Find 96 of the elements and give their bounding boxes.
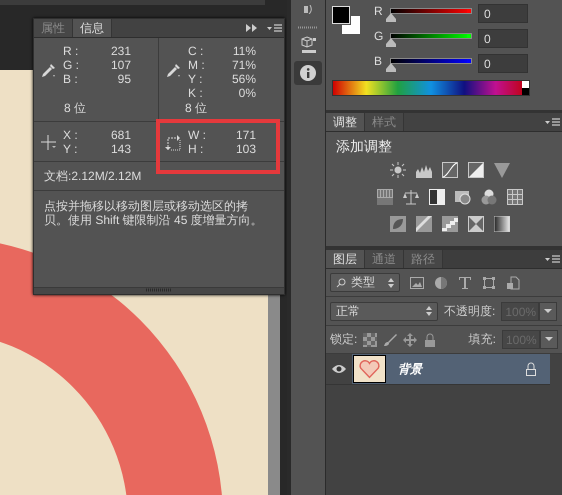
channel-value: 231 — [110, 44, 131, 58]
caret-icon — [545, 337, 553, 342]
channel-value-field[interactable]: 0 — [478, 54, 528, 73]
dock-button[interactable] — [294, 61, 322, 85]
gradient-bars-icon[interactable] — [377, 189, 393, 205]
crosshair-icon — [40, 134, 57, 151]
type-icon[interactable] — [458, 276, 472, 290]
caret-icon — [544, 308, 552, 314]
triangle-icon[interactable] — [494, 162, 510, 178]
resize-grip-icon[interactable] — [146, 288, 172, 293]
gradient-icon[interactable] — [494, 216, 510, 232]
stairs-icon[interactable] — [442, 216, 458, 232]
channel-label: M : — [188, 58, 206, 72]
opacity-label: 不透明度: — [444, 302, 496, 320]
channel-value: 56% — [230, 72, 256, 86]
channel-value: 143 — [110, 142, 131, 156]
filter-kind-select[interactable]: 类型 — [330, 273, 400, 292]
camera-icon[interactable] — [455, 189, 471, 205]
channel-value-field[interactable]: 0 — [478, 29, 528, 48]
expand-icon[interactable] — [246, 24, 258, 32]
blend-mode-select[interactable]: 正常 — [330, 302, 438, 320]
channel-label: R : — [63, 44, 80, 58]
search-icon — [336, 278, 346, 288]
eyedropper-icon[interactable] — [165, 62, 182, 79]
image-icon[interactable] — [410, 276, 424, 290]
info-icon — [298, 64, 318, 82]
channel-value: 95 — [116, 72, 131, 86]
layer-row[interactable]: 背景 — [352, 354, 550, 384]
layer-name: 背景 — [398, 360, 424, 378]
leaf-icon[interactable] — [390, 216, 406, 232]
menu-icon[interactable] — [544, 254, 560, 264]
panel-heading: 添加调整 — [335, 137, 393, 156]
channel-label: W : — [188, 128, 207, 142]
channel-value-field[interactable]: 0 — [478, 4, 528, 23]
curves-icon[interactable] — [442, 162, 458, 178]
menu-icon[interactable] — [266, 23, 282, 33]
panel-tab[interactable]: 图层 — [326, 250, 365, 268]
menu-icon[interactable] — [544, 117, 560, 127]
bit-depth-label: 8 位 — [185, 101, 208, 115]
move-icon[interactable] — [403, 332, 418, 346]
slider-thumb[interactable] — [386, 13, 396, 22]
channel-label: R — [374, 4, 384, 18]
grip-icon[interactable] — [298, 26, 318, 29]
channel-label: G — [374, 29, 384, 43]
panel-tab[interactable]: 信息 — [73, 19, 112, 37]
channel-value: 171 — [234, 128, 256, 142]
channel-value: 103 — [234, 142, 256, 156]
channel-value: 11% — [232, 44, 256, 58]
channel-label: G : — [63, 58, 80, 72]
circle-icon[interactable] — [434, 276, 448, 290]
fill-label: 填充: — [468, 331, 496, 348]
channel-label: Y : — [63, 142, 78, 156]
dropdown-button[interactable] — [539, 302, 558, 320]
panel-tab[interactable]: 路径 — [404, 250, 443, 268]
dropdown-button[interactable] — [540, 330, 558, 349]
panel-tab[interactable]: 调整 — [326, 113, 365, 131]
eyedropper-icon[interactable] — [40, 62, 57, 79]
lock-icon[interactable] — [423, 332, 438, 346]
channel-value: 107 — [110, 58, 131, 72]
channel-label: Y : — [188, 72, 204, 86]
exposure-icon[interactable] — [468, 162, 484, 178]
channel-label: X : — [63, 128, 79, 142]
color-spectrum[interactable] — [332, 80, 530, 96]
channel-label: B — [374, 54, 384, 68]
foreground-swatch[interactable] — [332, 6, 350, 24]
channel-label: C : — [188, 44, 204, 58]
layer-thumbnail — [353, 355, 386, 383]
hint-text: 点按并拖移以移动图层或移动选区的拷贝。使用 Shift 键限制沿 45 度增量方向。 — [43, 198, 264, 227]
checkerboard-icon[interactable] — [363, 332, 378, 346]
grid-icon[interactable] — [507, 189, 523, 205]
channel-value: 71% — [230, 58, 256, 72]
document-size: 文档:2.12M/2.12M — [34, 162, 284, 191]
panel-tab[interactable]: 样式 — [365, 113, 404, 131]
channel-label: H : — [188, 142, 204, 156]
sun-icon[interactable] — [390, 162, 406, 178]
bit-depth-label: 8 位 — [64, 101, 86, 115]
circles-icon[interactable] — [481, 189, 497, 205]
stepper-icon — [426, 306, 432, 316]
channel-value: 681 — [110, 128, 131, 142]
stepper-icon — [388, 278, 394, 288]
panel-tab[interactable]: 通道 — [365, 250, 404, 268]
hourglass-icon[interactable] — [468, 216, 484, 232]
transform-icon[interactable] — [482, 276, 496, 290]
channel-label: K : — [188, 86, 204, 100]
slider-thumb[interactable] — [386, 38, 396, 47]
document-icon[interactable] — [506, 276, 520, 290]
lock-label: 锁定: — [330, 331, 358, 348]
slider-thumb[interactable] — [386, 63, 396, 72]
eye-icon[interactable] — [331, 364, 347, 374]
channel-value: 0% — [238, 86, 256, 100]
panel-tab[interactable]: 属性 — [34, 19, 73, 37]
balance-icon[interactable] — [403, 189, 419, 205]
half-square-icon[interactable] — [429, 189, 445, 205]
background-swatch[interactable] — [342, 16, 360, 34]
selection-size-icon — [165, 134, 182, 151]
channel-label: B : — [63, 72, 79, 86]
